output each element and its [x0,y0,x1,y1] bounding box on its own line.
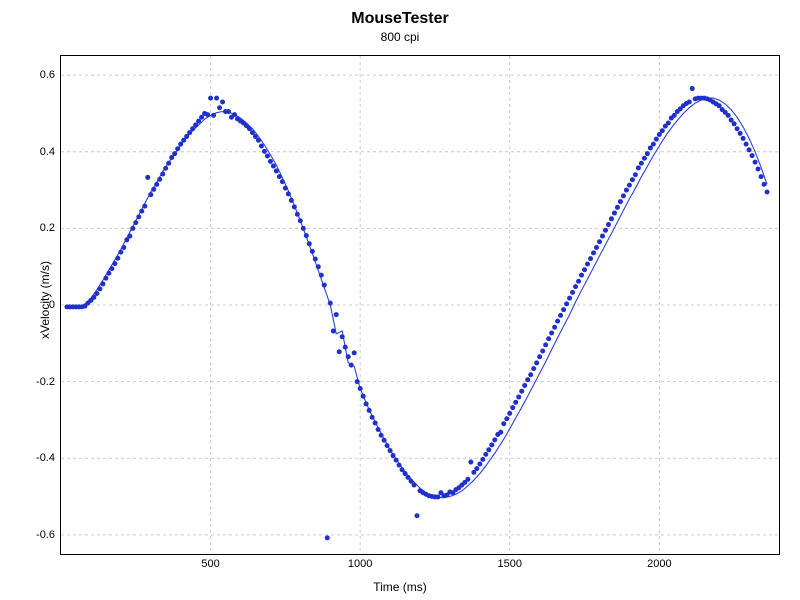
x-tick-label: 1000 [348,558,372,570]
y-tick-label: -0.4 [36,452,55,464]
plot-area[interactable]: 500100015002000-0.6-0.4-0.200.20.40.6 [60,55,780,555]
scatter-points [64,86,769,540]
plot-svg [61,56,779,554]
y-tick-label: -0.6 [36,529,55,541]
y-tick-label: 0.6 [40,69,55,81]
y-tick-label: -0.2 [36,376,55,388]
y-tick-label: 0.4 [40,146,55,158]
chart-title: MouseTester [0,10,800,28]
x-tick-label: 1500 [498,558,522,570]
chart-subtitle: 800 cpi [0,30,800,44]
x-tick-label: 2000 [647,558,671,570]
x-axis-label: Time (ms) [0,580,800,594]
y-tick-label: 0 [49,299,55,311]
chart-container: MouseTester 800 cpi xVelocity (m/s) Time… [0,0,800,600]
x-tick-label: 500 [201,558,219,570]
y-tick-label: 0.2 [40,222,55,234]
